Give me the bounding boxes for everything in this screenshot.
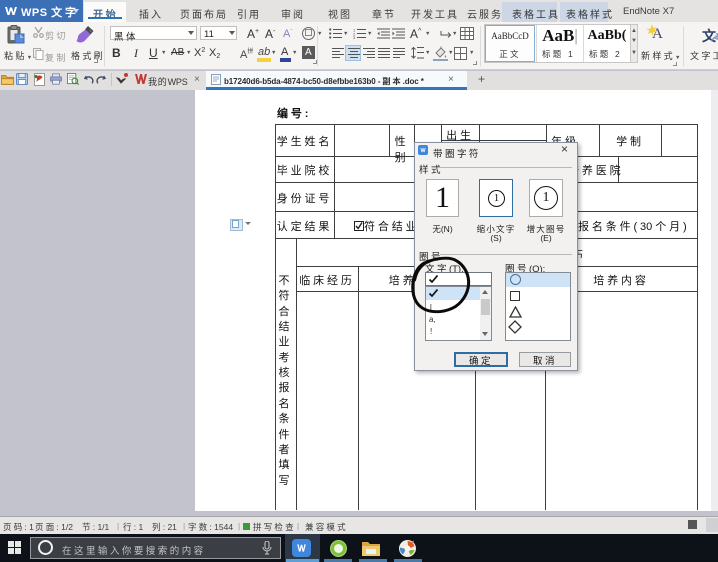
svg-text:3: 3 [353, 35, 356, 39]
